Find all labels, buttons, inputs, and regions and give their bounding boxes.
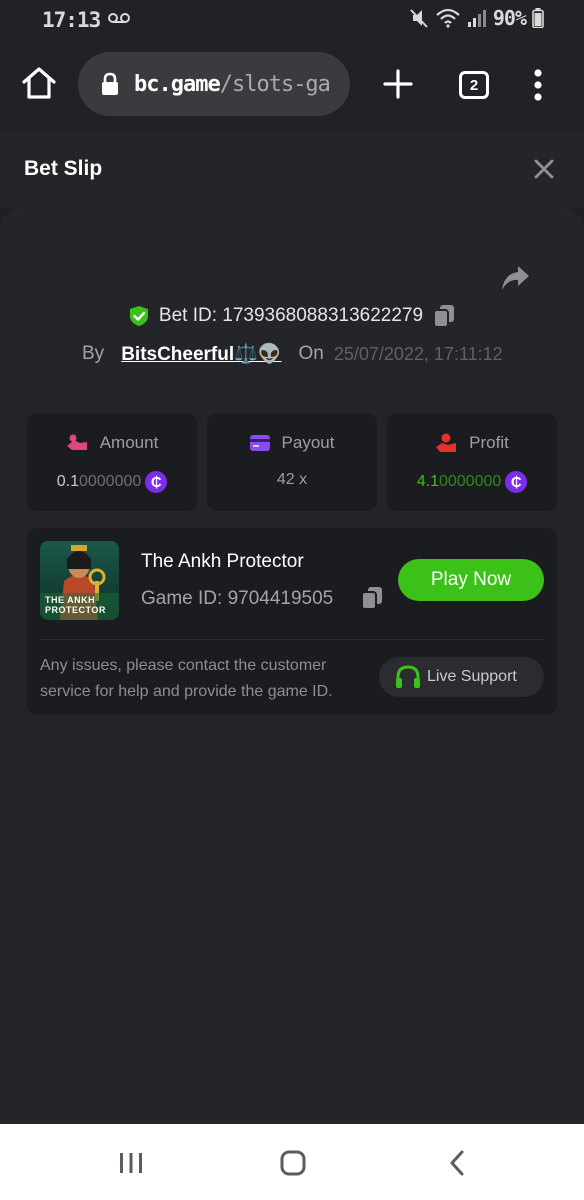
status-bar: 17:13 90%: [0, 0, 584, 38]
tabs-button[interactable]: 2: [459, 71, 489, 99]
play-now-button[interactable]: Play Now: [398, 559, 544, 601]
url-text: bc.game/slots-ga: [134, 71, 331, 97]
amount-card: Amount 0.1 0000000 ₵: [27, 413, 197, 511]
game-thumbnail[interactable]: THE ANKH PROTECTOR: [40, 541, 119, 620]
thumb-text-line2: PROTECTOR: [45, 605, 106, 615]
page-title: Bet Slip: [24, 157, 103, 180]
bet-meta-row: By BitsCheerful⚖️👽 On 25/07/2022, 17:11:…: [82, 342, 503, 366]
shield-check-icon: [129, 306, 148, 326]
browser-toolbar: bc.game/slots-ga 2: [0, 38, 584, 132]
wallet-icon: [249, 435, 270, 451]
support-hint: Any issues, please contact the customer …: [40, 657, 333, 700]
copy-icon[interactable]: [361, 586, 383, 610]
wifi-icon: [436, 8, 460, 28]
profit-hand-icon: [436, 433, 457, 452]
mute-icon: [410, 9, 428, 28]
back-icon[interactable]: [449, 1150, 465, 1176]
amount-value-rest: 0000000: [78, 473, 142, 490]
recents-icon[interactable]: [118, 1152, 144, 1174]
profit-label: Profit: [469, 433, 509, 452]
lock-icon: [102, 72, 118, 95]
amount-label: Amount: [99, 433, 159, 452]
payout-value: 42 x: [276, 471, 308, 488]
hand-money-icon: [66, 434, 87, 450]
system-nav-bar: [0, 1124, 584, 1200]
signal-icon: [467, 10, 486, 27]
profit-value-main: 4.1: [416, 473, 439, 490]
headset-icon: [396, 665, 420, 688]
game-card: THE ANKH PROTECTOR The Ankh Protector Ga…: [27, 528, 557, 715]
coin-icon: ₵: [505, 471, 528, 493]
thumb-text-line1: THE ANKH: [45, 595, 96, 605]
bet-slip-header: Bet Slip: [0, 132, 584, 208]
url-path: /slots-ga: [219, 71, 331, 97]
coin-icon: ₵: [145, 471, 168, 493]
on-label: On: [298, 343, 324, 364]
user-name-link[interactable]: BitsCheerful⚖️👽: [121, 342, 281, 366]
copy-icon[interactable]: [433, 304, 455, 328]
bet-id-row: Bet ID: 1739368088313622279: [0, 304, 584, 328]
home-nav-icon[interactable]: [280, 1150, 306, 1176]
profit-card: Profit 4.1 0000000 ₵: [387, 413, 557, 511]
battery-icon: [532, 8, 544, 28]
home-icon[interactable]: [20, 64, 58, 102]
share-icon[interactable]: [500, 264, 530, 292]
game-id: Game ID: 9704419505: [141, 588, 334, 609]
close-icon[interactable]: [532, 157, 556, 181]
game-title: The Ankh Protector: [141, 551, 304, 572]
profit-value-rest: 0000000: [438, 473, 502, 490]
bet-date: 25/07/2022, 17:11:12: [333, 343, 503, 364]
url-domain: bc.game: [134, 71, 221, 97]
payout-card: Payout 42 x: [207, 413, 377, 511]
divider: [40, 639, 544, 640]
battery-percent: 90%: [492, 6, 527, 30]
live-support-label: Live Support: [427, 668, 517, 685]
voicemail-icon: [108, 13, 130, 23]
bet-id: Bet ID: 1739368088313622279: [158, 305, 424, 326]
tabs-count: 2: [469, 76, 479, 94]
more-vert-icon[interactable]: [528, 68, 548, 102]
amount-value-main: 0.1: [56, 473, 79, 490]
live-support-button[interactable]: Live Support: [379, 657, 544, 697]
plus-icon[interactable]: [382, 68, 414, 100]
payout-label: Payout: [281, 433, 335, 452]
by-label: By: [82, 343, 105, 364]
status-time: 17:13: [42, 8, 101, 32]
play-now-label: Play Now: [430, 569, 512, 590]
address-bar[interactable]: bc.game/slots-ga: [78, 52, 350, 116]
